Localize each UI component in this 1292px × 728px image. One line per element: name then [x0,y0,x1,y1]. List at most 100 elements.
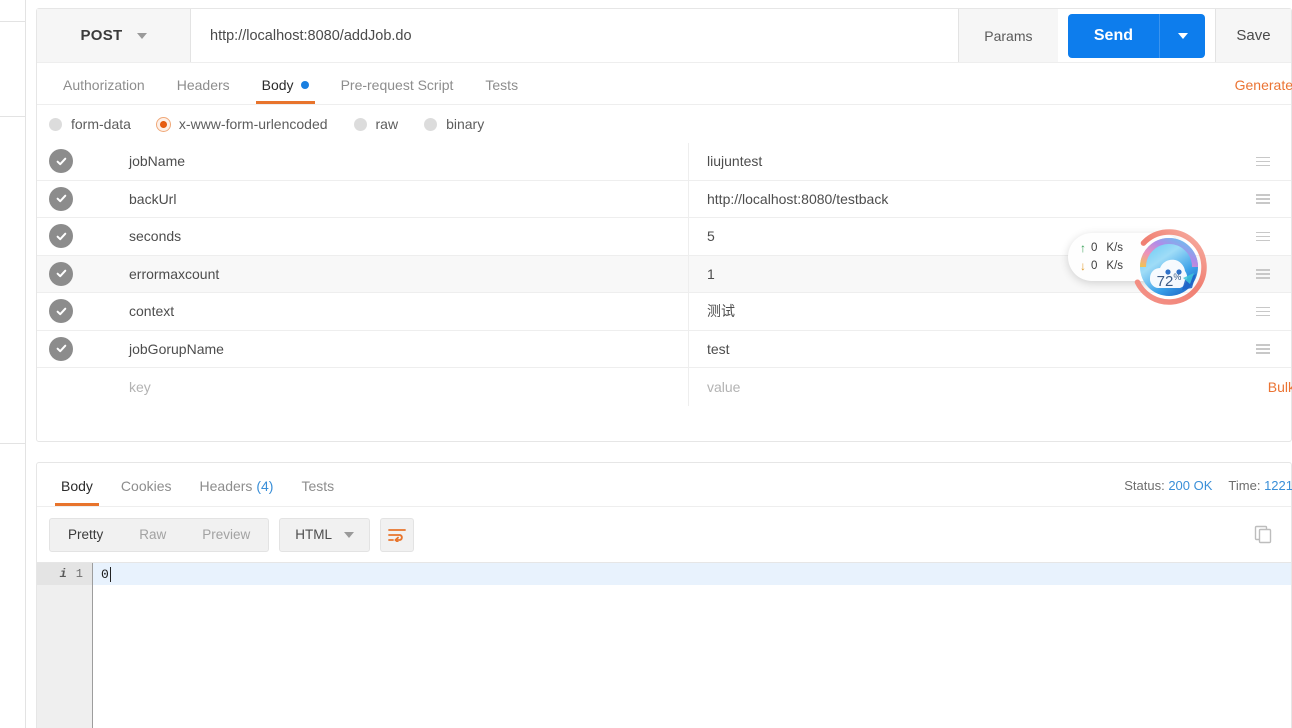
row-menu-button[interactable] [1235,156,1291,166]
radio-binary[interactable]: binary [424,116,484,132]
response-tab-cookies[interactable]: Cookies [107,479,186,506]
radio-label: x-www-form-urlencoded [178,116,328,132]
radio-raw[interactable]: raw [353,116,398,132]
param-value[interactable]: test [689,331,1235,368]
params-button[interactable]: Params [957,9,1058,62]
code-text: 0 [101,566,109,582]
time-group: Time: 1221 [1228,478,1292,493]
table-row[interactable]: jobName liujuntest [37,143,1291,181]
word-wrap-button[interactable] [380,517,415,552]
radio-icon [424,117,438,131]
param-key[interactable]: backUrl [85,180,689,217]
tab-label: Tests [301,478,335,494]
row-checkbox-cell [37,224,85,249]
assistant-ball-icon[interactable]: 72% [1130,228,1208,306]
table-row[interactable]: backUrl http://localhost:8080/testback [37,180,1291,218]
table-row-new[interactable]: key value Bulk [37,368,1292,406]
line-number: 1 [75,567,83,581]
check-icon[interactable] [49,186,73,211]
generate-code-link[interactable]: Generate [1235,77,1292,93]
new-param-value-input[interactable]: value [689,368,1235,406]
row-checkbox-cell [37,336,85,361]
copy-icon [1254,525,1272,544]
check-icon[interactable] [49,299,73,324]
param-key[interactable]: errormaxcount [85,255,689,292]
upload-speed-unit: K/s [1106,242,1124,254]
param-key[interactable]: jobName [85,143,689,180]
request-tabs: Authorization Headers Body Pre-request S… [37,63,1292,105]
row-checkbox-cell [37,261,85,286]
row-checkbox-cell [37,149,85,174]
radio-form-data[interactable]: form-data [49,116,131,132]
radio-label: form-data [71,116,131,132]
tab-body[interactable]: Body [246,78,325,104]
check-icon[interactable] [49,336,73,361]
response-format-toolbar: Pretty Raw Preview HTML [37,507,1291,562]
param-value[interactable]: http://localhost:8080/testback [689,181,1235,218]
response-panel: Body Cookies Headers (4) Tests Status: 2… [36,462,1292,728]
view-mode-preview[interactable]: Preview [184,519,268,551]
params-label: Params [984,27,1033,44]
tab-headers[interactable]: Headers [161,78,246,104]
send-button-group: Send [1057,9,1215,62]
param-value[interactable]: liujuntest [689,143,1235,180]
copy-response-button[interactable] [1247,518,1279,550]
row-checkbox-cell [37,186,85,211]
row-menu-button[interactable] [1235,344,1291,354]
rail-gap [26,0,36,728]
upload-speed-value: 0 [1091,242,1098,254]
editor-content[interactable]: 0 [93,563,1291,728]
check-icon[interactable] [49,261,73,286]
tab-pre-request-script[interactable]: Pre-request Script [325,78,470,104]
hamburger-icon [1256,156,1270,166]
radio-icon [353,117,367,131]
method-label: POST [80,27,123,44]
tab-label: Authorization [63,77,145,93]
tab-label: Headers [199,478,253,494]
param-key[interactable]: context [85,293,689,330]
table-row[interactable]: jobGorupName test [37,330,1291,368]
format-type-value: HTML [295,527,333,542]
row-menu-button[interactable] [1235,306,1291,316]
param-key[interactable]: jobGorupName [85,330,689,367]
tab-authorization[interactable]: Authorization [47,78,161,104]
arrow-up-icon: ↑ [1080,241,1086,255]
radio-x-www-form-urlencoded[interactable]: x-www-form-urlencoded [155,116,328,132]
view-mode-raw[interactable]: Raw [121,519,184,551]
send-options-button[interactable] [1159,13,1205,58]
hamburger-icon [1256,231,1270,241]
response-tab-headers[interactable]: Headers (4) [186,479,288,506]
tab-tests[interactable]: Tests [469,78,534,104]
tab-label: Body [61,478,93,494]
tab-label: Cookies [120,478,172,494]
tab-label: Body [261,77,294,93]
row-menu-button[interactable] [1235,231,1291,241]
table-row[interactable]: context 测试 [37,293,1291,331]
left-rail [0,0,26,728]
format-type-select[interactable]: HTML [279,517,371,552]
method-selector[interactable]: POST [37,9,191,62]
bulk-edit-link[interactable]: Bulk [1268,379,1292,395]
row-menu-button[interactable] [1235,194,1291,204]
check-icon[interactable] [49,224,73,249]
left-rail-segment [0,117,26,444]
param-key[interactable]: seconds [85,218,689,255]
save-button[interactable]: Save [1215,9,1291,62]
check-icon[interactable] [49,149,73,174]
code-line[interactable]: 0 [93,563,1291,585]
response-tab-body[interactable]: Body [47,479,107,506]
new-param-key-input[interactable]: key [85,368,689,406]
send-button[interactable]: Send [1067,13,1205,58]
postman-window: POST Params Send Save Aut [0,0,1292,728]
url-input[interactable] [191,9,958,62]
response-body-editor[interactable]: i 1 0 [37,562,1291,728]
headers-count-badge: (4) [256,478,274,494]
info-icon[interactable]: i [60,567,67,581]
view-mode-pretty[interactable]: Pretty [50,519,121,551]
tab-label: Headers [176,77,230,93]
network-speed-widget[interactable]: ↑ 0 K/s ↓ 0 K/s 72% [1068,228,1220,305]
hamburger-icon [1256,306,1270,316]
row-menu-button[interactable] [1235,269,1291,279]
response-tab-tests[interactable]: Tests [287,479,348,506]
arrow-down-icon: ↓ [1080,259,1086,273]
